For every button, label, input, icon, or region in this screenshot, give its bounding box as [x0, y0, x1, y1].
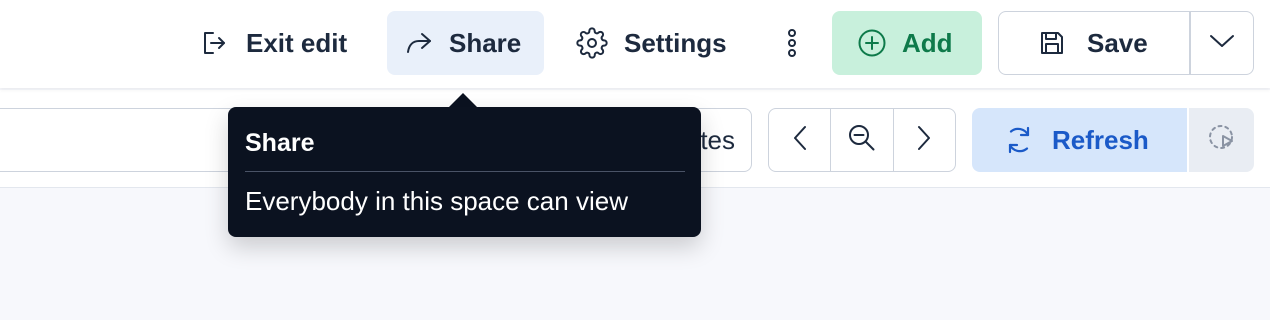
floppy-disk-icon: [1039, 30, 1067, 56]
chevron-down-icon: [1209, 33, 1235, 54]
settings-button[interactable]: Settings: [562, 11, 748, 75]
save-button-group: Save: [998, 11, 1254, 75]
settings-label: Settings: [624, 27, 727, 58]
plus-circle-icon: [856, 28, 888, 58]
more-vertical-icon: [787, 28, 797, 58]
save-label: Save: [1087, 27, 1148, 58]
tooltip-divider: [245, 171, 685, 172]
share-button[interactable]: Share: [387, 11, 544, 75]
add-label: Add: [902, 27, 953, 58]
more-options-button[interactable]: [770, 11, 814, 75]
share-label: Share: [449, 27, 522, 58]
refresh-icon: [1004, 125, 1034, 155]
gear-icon: [576, 27, 608, 59]
share-tooltip: Share Everybody in this space can view: [228, 107, 701, 237]
next-time-button[interactable]: [894, 109, 955, 171]
time-navigation-group: [768, 108, 956, 172]
exit-icon: [200, 30, 228, 56]
top-header: Exit edit Share Settings Add Save: [0, 0, 1270, 88]
exit-edit-button[interactable]: Exit edit: [188, 11, 368, 75]
zoom-out-button[interactable]: [831, 109, 892, 171]
save-button[interactable]: Save: [999, 12, 1189, 74]
chevron-left-icon: [792, 125, 808, 156]
previous-time-button[interactable]: [769, 109, 830, 171]
refresh-label: Refresh: [1052, 124, 1149, 155]
exit-edit-label: Exit edit: [246, 27, 348, 58]
save-options-button[interactable]: [1191, 12, 1254, 74]
add-button[interactable]: Add: [832, 11, 982, 75]
auto-refresh-icon: [1206, 122, 1238, 159]
refresh-button[interactable]: Refresh: [972, 108, 1187, 172]
auto-refresh-button[interactable]: [1189, 108, 1254, 172]
tooltip-body: Everybody in this space can view: [245, 186, 628, 216]
share-arrow-icon: [403, 30, 435, 56]
tooltip-arrow: [448, 93, 478, 108]
chevron-right-icon: [916, 125, 932, 156]
date-picker-label: tes: [700, 124, 735, 155]
tooltip-title: Share: [245, 129, 315, 157]
zoom-out-icon: [847, 123, 877, 158]
